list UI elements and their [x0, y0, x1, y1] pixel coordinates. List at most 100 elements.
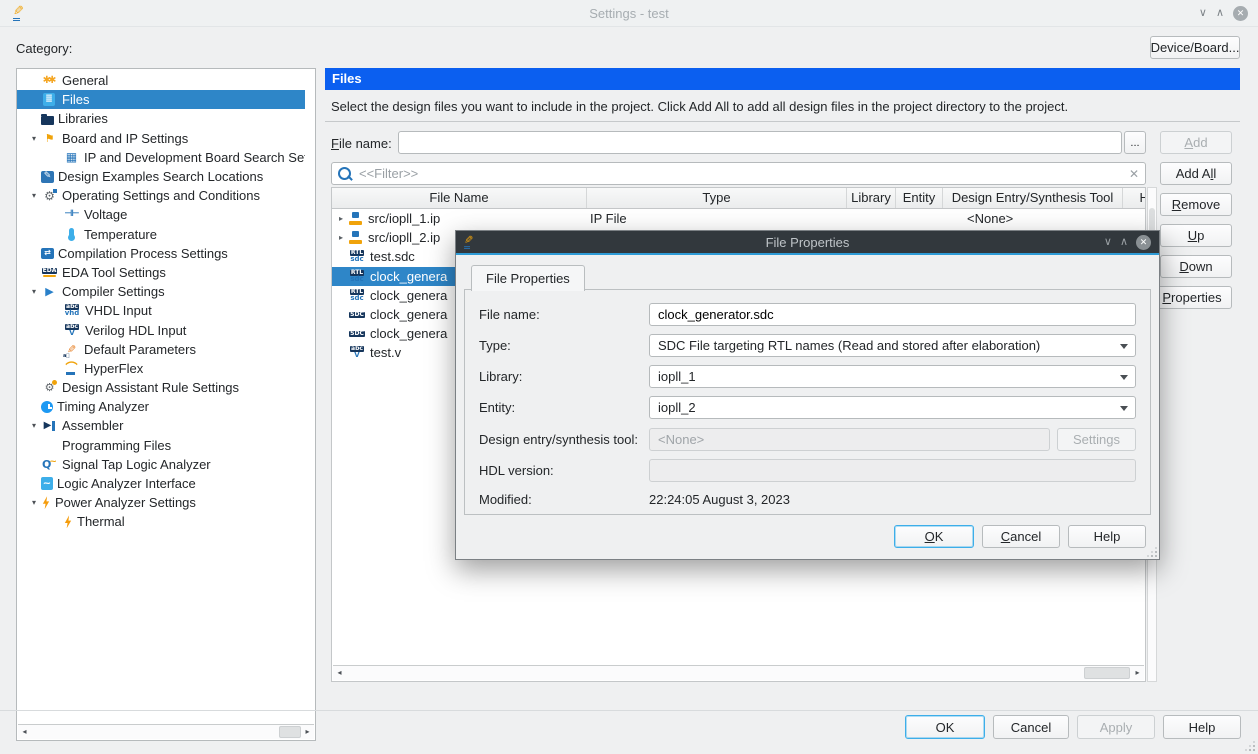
window-unshade-icon[interactable]	[1216, 8, 1224, 19]
sidebar-item-ip-and-development-board-search-setti[interactable]: IP and Development Board Search Setti	[17, 148, 305, 167]
sidebar-item-thermal[interactable]: Thermal	[17, 512, 305, 531]
file-name-input[interactable]	[398, 131, 1122, 154]
remove-button[interactable]: Remove	[1160, 193, 1232, 216]
apply-button[interactable]: Apply	[1077, 715, 1155, 739]
sidebar-item-signal-tap-logic-analyzer[interactable]: Signal Tap Logic Analyzer	[17, 455, 305, 474]
dialog-shade-icon[interactable]	[1104, 237, 1112, 248]
window-titlebar[interactable]: Settings - test	[0, 0, 1258, 27]
timing-icon	[41, 401, 53, 413]
type-combo[interactable]: SDC File targeting RTL names (Read and s…	[649, 334, 1136, 357]
sidebar-item-verilog-hdl-input[interactable]: abcVVerilog HDL Input	[17, 320, 305, 339]
hyperflex-icon	[63, 361, 80, 376]
filter-input[interactable]	[357, 165, 1129, 182]
column-header-library[interactable]: Library	[847, 188, 896, 208]
scroll-left-icon[interactable]: ◂	[333, 666, 346, 680]
dialog-unshade-icon[interactable]	[1120, 237, 1128, 248]
design-ex-icon	[41, 171, 54, 183]
clear-filter-icon[interactable]	[1129, 167, 1139, 181]
down-button[interactable]: Down	[1160, 255, 1232, 278]
cancel-button[interactable]: Cancel	[993, 715, 1069, 739]
dialog-title: File Properties	[456, 235, 1159, 250]
sidebar-item-assembler[interactable]: ▾Assembler	[17, 416, 305, 435]
size-grip[interactable]	[1148, 548, 1157, 557]
file-type-cell: IP File	[587, 211, 847, 226]
sidebar-item-general[interactable]: General	[17, 71, 305, 90]
ok-button[interactable]: OK	[905, 715, 985, 739]
tree-expander-icon[interactable]: ▾	[27, 287, 41, 296]
category-label: Category:	[16, 41, 72, 56]
scroll-right-icon[interactable]: ▸	[1131, 666, 1144, 680]
modified-label: Modified:	[479, 492, 532, 507]
column-header-hdl[interactable]: HDL	[1123, 188, 1146, 208]
size-grip[interactable]	[1246, 742, 1255, 751]
files-icon	[43, 93, 55, 106]
tree-expander-icon[interactable]: ▾	[27, 191, 41, 200]
table-row[interactable]: ▸src/iopll_1.ipIP File<None>	[332, 209, 1145, 228]
dialog-ok-button[interactable]: OK	[894, 525, 974, 548]
row-expander-icon[interactable]: ▸	[332, 233, 348, 242]
dialog-close-icon[interactable]	[1136, 235, 1151, 250]
browse-button[interactable]: ...	[1124, 131, 1146, 154]
sidebar-item-programming-files[interactable]: Programming Files	[17, 436, 305, 455]
synthesis-tool-cell: <None>	[943, 211, 1123, 226]
window-shade-icon[interactable]	[1199, 8, 1207, 19]
help-button[interactable]: Help	[1163, 715, 1241, 739]
sidebar-item-design-assistant-rule-settings[interactable]: Design Assistant Rule Settings	[17, 378, 305, 397]
sidebar-item-timing-analyzer[interactable]: Timing Analyzer	[17, 397, 305, 416]
sidebar-item-operating-settings-and-conditions[interactable]: ▾Operating Settings and Conditions	[17, 186, 305, 205]
scroll-left-icon[interactable]: ◂	[18, 725, 31, 739]
sidebar-item-vhdl-input[interactable]: abcvhdVHDL Input	[17, 301, 305, 320]
column-header-file-name[interactable]: File Name	[332, 188, 587, 208]
sidebar-item-label: General	[62, 73, 108, 88]
file-name-cell: clock_genera	[370, 307, 447, 322]
sidebar-hscrollbar[interactable]: ◂ ▸	[18, 724, 314, 739]
device-board-button[interactable]: Device/Board...	[1150, 36, 1240, 59]
sidebar-item-compilation-process-settings[interactable]: Compilation Process Settings	[17, 244, 305, 263]
scroll-thumb[interactable]	[279, 726, 301, 738]
add-button[interactable]: Add	[1160, 131, 1232, 154]
sidebar-item-label: Libraries	[58, 111, 108, 126]
sidebar-item-files[interactable]: Files	[17, 90, 305, 109]
sidebar-item-board-and-ip-settings[interactable]: ▾Board and IP Settings	[17, 129, 305, 148]
scroll-thumb[interactable]	[1084, 667, 1130, 679]
library-combo[interactable]: iopll_1	[649, 365, 1136, 388]
column-header-entity[interactable]: Entity	[896, 188, 943, 208]
column-header-type[interactable]: Type	[587, 188, 847, 208]
scroll-right-icon[interactable]: ▸	[301, 725, 314, 739]
divider	[325, 121, 1240, 122]
power-icon	[41, 495, 51, 510]
tab-file-properties[interactable]: File Properties	[471, 265, 585, 291]
sidebar-item-temperature[interactable]: Temperature	[17, 225, 305, 244]
file-name-label: File name:	[331, 136, 392, 151]
add-all-button[interactable]: Add All	[1160, 162, 1232, 185]
sidebar-item-eda-tool-settings[interactable]: EDA Tool Settings	[17, 263, 305, 282]
sidebar-item-design-examples-search-locations[interactable]: Design Examples Search Locations	[17, 167, 305, 186]
sidebar-item-default-parameters[interactable]: Default Parameters	[17, 340, 305, 359]
sidebar-item-logic-analyzer-interface[interactable]: Logic Analyzer Interface	[17, 474, 305, 493]
sidebar-item-libraries[interactable]: Libraries	[17, 109, 305, 128]
properties-button[interactable]: Properties	[1152, 286, 1232, 309]
entity-combo[interactable]: iopll_2	[649, 396, 1136, 419]
column-header-design-entry-synthesis-tool[interactable]: Design Entry/Synthesis Tool	[943, 188, 1123, 208]
dialog-cancel-button[interactable]: Cancel	[982, 525, 1060, 548]
sidebar-item-label: Signal Tap Logic Analyzer	[62, 457, 211, 472]
board-ip-icon	[41, 131, 58, 146]
up-button[interactable]: Up	[1160, 224, 1232, 247]
sidebar-item-label: Compilation Process Settings	[58, 246, 228, 261]
sidebar-item-voltage[interactable]: Voltage	[17, 205, 305, 224]
window-close-icon[interactable]	[1233, 6, 1248, 21]
row-expander-icon[interactable]: ▸	[332, 214, 348, 223]
tree-expander-icon[interactable]: ▾	[27, 134, 41, 143]
sidebar-item-label: Timing Analyzer	[57, 399, 149, 414]
dialog-titlebar[interactable]: File Properties	[456, 231, 1159, 255]
dialog-help-button[interactable]: Help	[1068, 525, 1146, 548]
sidebar-item-power-analyzer-settings[interactable]: ▾Power Analyzer Settings	[17, 493, 305, 512]
tree-expander-icon[interactable]: ▾	[27, 498, 41, 507]
tree-expander-icon[interactable]: ▾	[27, 421, 41, 430]
sidebar-item-hyperflex[interactable]: HyperFlex	[17, 359, 305, 378]
compiler-icon	[41, 284, 58, 299]
ip-file-icon	[348, 230, 364, 245]
file-name-input[interactable]	[649, 303, 1136, 326]
table-hscrollbar[interactable]: ◂ ▸	[333, 665, 1144, 680]
sidebar-item-compiler-settings[interactable]: ▾Compiler Settings	[17, 282, 305, 301]
